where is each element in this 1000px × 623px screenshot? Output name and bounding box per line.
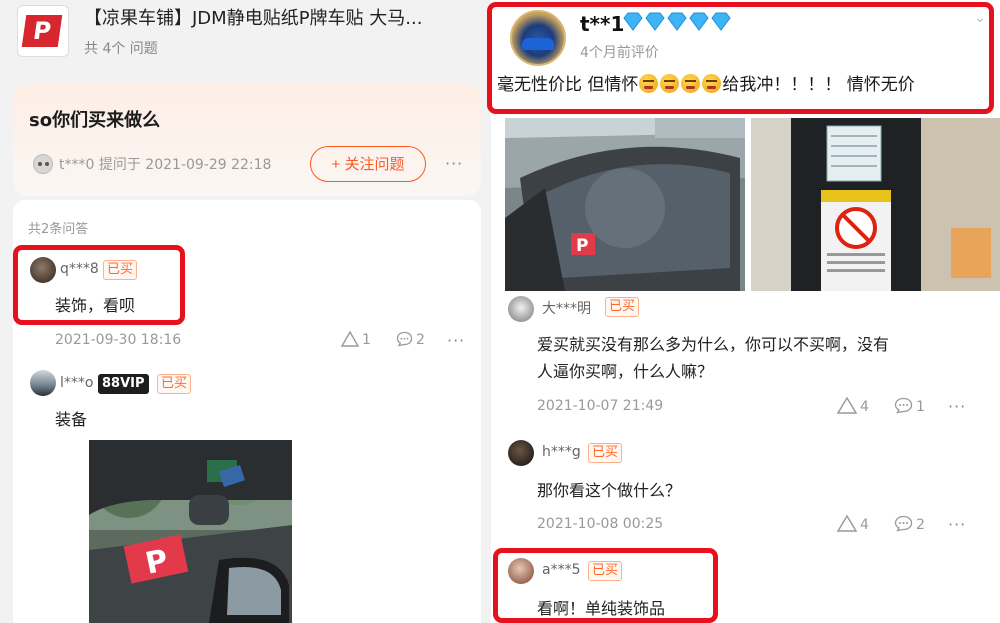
chevron-down-icon[interactable]: ⌄ bbox=[974, 10, 986, 26]
like-triangle-icon bbox=[340, 330, 360, 347]
like-button[interactable]: 4 bbox=[836, 514, 869, 533]
purchased-badge: 已买 bbox=[157, 374, 192, 394]
left-screenshot-panel: P 【凉果车铺】JDM静电贴纸P牌车贴 大马... 共 4个 问题 so你们买来… bbox=[0, 0, 491, 623]
door-sticker-photo bbox=[751, 118, 1000, 291]
reply-text-line1: 爱买就买没有那么多为什么，你可以不买啊，没有 bbox=[537, 335, 890, 354]
reply-date: 2021-10-08 00:25 bbox=[537, 516, 664, 532]
comment-count: 1 bbox=[916, 399, 925, 415]
angry-emoji-icon bbox=[702, 74, 722, 93]
reply-more-icon[interactable]: ··· bbox=[948, 515, 966, 534]
like-triangle-icon bbox=[836, 514, 858, 532]
asked-time: 提问于 2021-09-29 22:18 bbox=[98, 157, 272, 173]
avatar[interactable] bbox=[30, 257, 56, 283]
like-button[interactable]: 1 bbox=[340, 330, 371, 348]
like-count: 4 bbox=[860, 517, 869, 533]
answers-list: 共2条问答 q***8 已买 装饰，看呗 2021-09-30 18:16 1 … bbox=[13, 200, 481, 623]
answer-count: 共2条问答 bbox=[28, 222, 89, 237]
p-plate-logo: P bbox=[21, 15, 63, 47]
purchased-badge: 已买 bbox=[103, 260, 138, 280]
reply-username[interactable]: 大***明 bbox=[542, 298, 591, 318]
like-count: 1 bbox=[362, 332, 371, 348]
follow-question-button[interactable]: + 关注问题 bbox=[310, 146, 426, 182]
answer-date: 2021-09-30 18:16 bbox=[55, 332, 182, 348]
avatar[interactable] bbox=[30, 370, 56, 396]
comment-button[interactable]: 2 bbox=[396, 331, 425, 348]
asker-name: t***0 bbox=[59, 157, 95, 173]
comment-button[interactable]: 2 bbox=[894, 515, 925, 533]
review-time: 4个月前评价 bbox=[580, 45, 659, 61]
angry-emoji-icon bbox=[660, 74, 680, 93]
reply-username[interactable]: a***5 bbox=[542, 562, 581, 578]
answer-username[interactable]: q***8 bbox=[60, 261, 99, 277]
like-count: 4 bbox=[860, 399, 869, 415]
question-count: 共 4个 问题 bbox=[84, 41, 158, 57]
reviewer-name[interactable]: t**1 bbox=[580, 12, 624, 36]
reviewer-avatar[interactable] bbox=[510, 10, 566, 66]
diamond-icon bbox=[623, 12, 731, 31]
right-screenshot-panel: t**1 4个月前评价 ⌄ 毫无性价比 但情怀 给我冲！！！！ 情怀无价 P 大… bbox=[491, 0, 1000, 623]
asker-info: t***0 提问于 2021-09-29 22:18 bbox=[59, 154, 271, 174]
asker-avatar[interactable] bbox=[33, 154, 53, 174]
comment-bubble-icon bbox=[396, 331, 413, 347]
car-interior-photo: P bbox=[89, 440, 292, 623]
like-triangle-icon bbox=[836, 396, 858, 414]
purchased-badge: 已买 bbox=[605, 297, 640, 317]
review-text-part2: 给我冲！！！！ 情怀无价 bbox=[722, 75, 915, 95]
angry-emoji-icon bbox=[639, 74, 659, 93]
avatar[interactable] bbox=[508, 558, 534, 584]
purchased-badge: 已买 bbox=[588, 443, 623, 463]
angry-emoji-icon bbox=[681, 74, 701, 93]
review-text: 毫无性价比 但情怀 给我冲！！！！ 情怀无价 bbox=[497, 70, 915, 95]
product-title[interactable]: 【凉果车铺】JDM静电贴纸P牌车贴 大马... bbox=[84, 4, 422, 30]
more-options-icon[interactable]: ··· bbox=[445, 154, 463, 173]
answer-text: 装饰，看呗 bbox=[55, 296, 136, 315]
comment-count: 2 bbox=[416, 332, 425, 348]
like-button[interactable]: 4 bbox=[836, 396, 869, 415]
product-thumbnail[interactable]: P bbox=[17, 5, 69, 57]
question-card: so你们买来做么 t***0 提问于 2021-09-29 22:18 + 关注… bbox=[13, 84, 481, 196]
reply-text: 那你看这个做什么？ bbox=[537, 481, 682, 500]
avatar[interactable] bbox=[508, 440, 534, 466]
answer-photo[interactable]: P bbox=[89, 440, 292, 623]
windshield-photo: P bbox=[505, 118, 745, 291]
review-photo-2[interactable] bbox=[751, 118, 1000, 291]
answer-text: 装备 bbox=[55, 410, 88, 429]
reply-username[interactable]: h***g bbox=[542, 444, 581, 460]
svg-text:P: P bbox=[576, 236, 588, 256]
comment-button[interactable]: 1 bbox=[894, 397, 925, 415]
comment-bubble-icon bbox=[894, 515, 913, 532]
answer-more-icon[interactable]: ··· bbox=[447, 331, 465, 350]
purchased-badge: 已买 bbox=[588, 561, 623, 581]
comment-count: 2 bbox=[916, 517, 925, 533]
reply-more-icon[interactable]: ··· bbox=[948, 397, 966, 416]
reply-text-line2: 人逼你买啊，什么人嘛？ bbox=[537, 362, 714, 381]
diamond-level-badges bbox=[622, 11, 732, 37]
review-photo-1[interactable]: P bbox=[505, 118, 745, 291]
review-text-part1: 毫无性价比 但情怀 bbox=[497, 75, 639, 95]
product-header[interactable]: P 【凉果车铺】JDM静电贴纸P牌车贴 大马... 共 4个 问题 bbox=[0, 0, 491, 72]
vip-badge: 88VIP bbox=[98, 374, 149, 394]
question-title: so你们买来做么 bbox=[29, 110, 161, 131]
comment-bubble-icon bbox=[894, 397, 913, 414]
avatar[interactable] bbox=[508, 296, 534, 322]
answer-username[interactable]: l***o bbox=[60, 375, 93, 391]
reply-text: 看啊！单纯装饰品 bbox=[537, 599, 666, 618]
reply-date: 2021-10-07 21:49 bbox=[537, 398, 664, 414]
